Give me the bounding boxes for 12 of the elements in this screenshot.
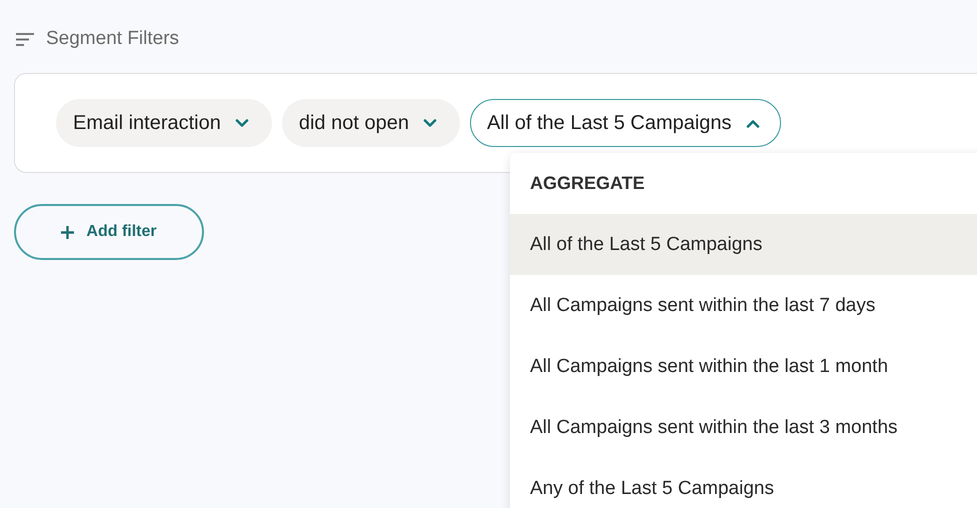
filter-dropdown[interactable]: Email interaction <box>56 99 272 147</box>
chevron-down-icon <box>234 118 249 128</box>
add-filter-button[interactable]: Add filter <box>14 204 204 260</box>
dropdown-option[interactable]: All of the Last 5 Campaigns <box>510 214 977 275</box>
filter-lines-icon <box>16 32 34 46</box>
plus-icon <box>61 226 74 238</box>
section-title: Segment Filters <box>46 28 180 50</box>
filter-dropdown[interactable]: All of the Last 5 Campaigns <box>470 99 781 147</box>
group-heading: AGGREGATE <box>529 172 646 195</box>
chevron-up-icon <box>746 118 760 128</box>
filter-dropdown[interactable]: did not open <box>282 99 460 147</box>
chevron-down-icon <box>422 118 437 128</box>
